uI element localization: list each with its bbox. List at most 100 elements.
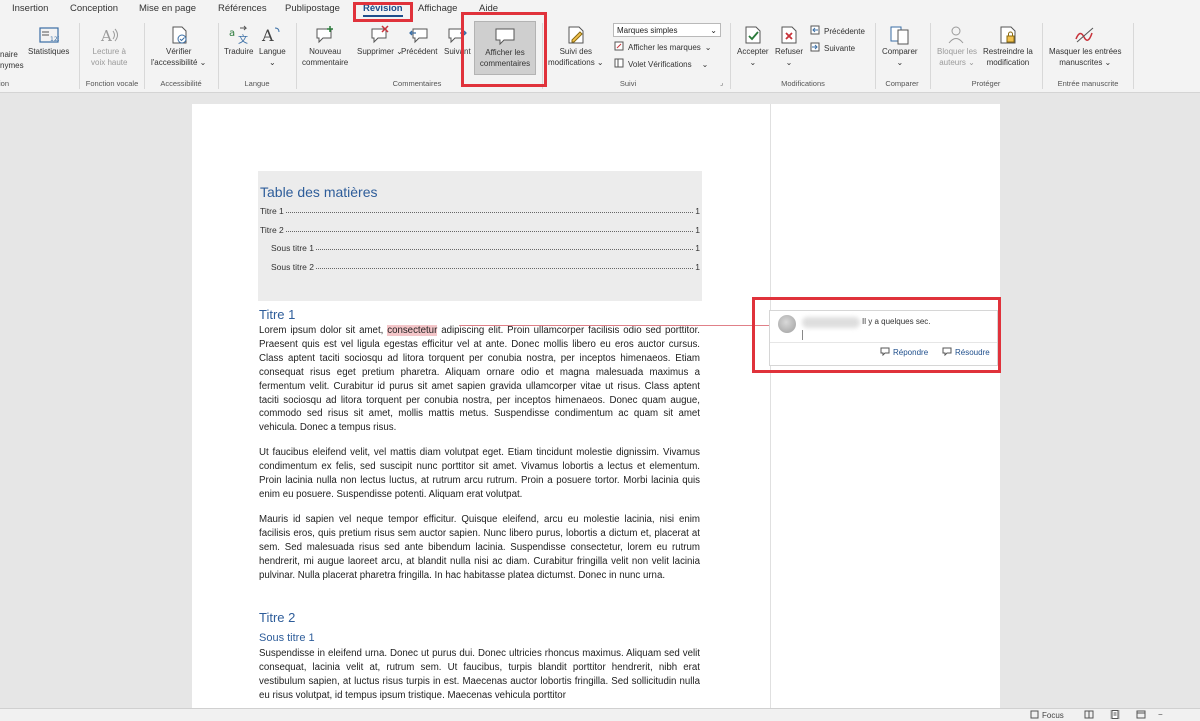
tab-conception[interactable]: Conception [70, 3, 118, 14]
print-layout-icon[interactable] [1110, 710, 1120, 719]
group-separator [296, 23, 297, 89]
accepter-button[interactable]: Accepter ⌄ [737, 24, 769, 68]
toc-entry[interactable]: Sous titre 11 [271, 243, 700, 253]
table-of-contents[interactable]: Table des matières Titre 11 Titre 21 Sou… [258, 171, 702, 301]
group-separator [144, 23, 145, 89]
toc-entry[interactable]: Titre 11 [260, 206, 700, 216]
volet-verifications-button[interactable]: Volet Vérifications ⌄ [614, 58, 708, 70]
group-separator [1042, 23, 1043, 89]
comparer-button[interactable]: Comparer ⌄ [882, 24, 918, 68]
suivante-modification-button[interactable]: Suivante [810, 42, 855, 54]
reviewing-pane-icon [614, 58, 624, 70]
verifier-accessibilite-button[interactable]: Vérifier l'accessibilité ⌄ [151, 24, 206, 68]
hide-ink-icon [1074, 24, 1096, 46]
group-label-proteger: Protéger [971, 79, 1001, 88]
commented-text-highlight[interactable]: consectetur [387, 325, 438, 336]
paragraph-4: Suspendisse in eleifend urna. Donec ut p… [259, 648, 700, 701]
group-label-modifications: Modifications [781, 79, 825, 88]
svg-text:A: A [100, 27, 112, 45]
tab-insertion[interactable]: Insertion [12, 3, 48, 14]
translate-icon: a文 [228, 24, 250, 46]
previous-change-icon [810, 25, 820, 37]
langue-button[interactable]: A Langue ⌄ [259, 24, 286, 68]
precedente-modification-button[interactable]: Précédente [810, 25, 865, 37]
track-changes-icon [565, 24, 587, 46]
highlight-box-afficher-commentaires [461, 12, 547, 87]
svg-text:A: A [261, 26, 274, 45]
masquer-entrees-manuscrites-button[interactable]: Masquer les entrées manuscrites ⌄ [1049, 24, 1121, 68]
chevron-down-icon: ⌄ [710, 25, 717, 35]
group-label-verification: ion [0, 79, 10, 88]
toc-entry[interactable]: Sous titre 21 [271, 262, 700, 272]
previous-comment-icon [408, 24, 430, 46]
tab-publipostage[interactable]: Publipostage [285, 3, 340, 14]
reject-change-icon [778, 24, 800, 46]
group-label-commentaires: Commentaires [392, 79, 442, 88]
focus-icon [1030, 710, 1039, 721]
comments-margin-pane [770, 104, 1000, 720]
read-mode-icon[interactable] [1084, 710, 1094, 719]
highlight-box-revision-tab [353, 2, 413, 22]
svg-text:123: 123 [50, 36, 59, 43]
ribbon-revision: naire nymes 123 Statistiques ion A Lectu… [0, 19, 1200, 93]
group-separator [79, 23, 80, 89]
heading-sous-titre-1: Sous titre 1 [259, 632, 315, 644]
web-layout-icon[interactable] [1136, 710, 1146, 719]
svg-text:a: a [229, 28, 235, 39]
group-label-suivi: Suivi [619, 79, 637, 88]
word-count-icon: 123 [38, 24, 60, 46]
markup-display-select[interactable]: Marques simples ⌄ [613, 23, 721, 37]
compare-icon [889, 24, 911, 46]
group-label-entree-manuscrite: Entrée manuscrite [1057, 79, 1119, 88]
heading-titre-2: Titre 2 [259, 610, 296, 625]
markup-display-value: Marques simples [617, 25, 678, 35]
group-label-langue: Langue [244, 79, 270, 88]
thesaurus-button-partial[interactable]: naire nymes [0, 49, 24, 71]
accessibility-check-icon [168, 24, 190, 46]
tab-references[interactable]: Références [218, 3, 267, 14]
group-label-comparer: Comparer [885, 79, 919, 88]
traduire-button[interactable]: a文 Traduire [224, 24, 254, 57]
comment-connector-line [459, 325, 769, 326]
tab-mise-en-page[interactable]: Mise en page [139, 3, 196, 14]
refuser-button[interactable]: Refuser ⌄ [775, 24, 803, 68]
statistiques-button[interactable]: 123 Statistiques [28, 24, 69, 57]
accept-change-icon [742, 24, 764, 46]
paragraph-1: Lorem ipsum dolor sit amet, consectetur … [259, 325, 700, 434]
show-markup-icon [614, 41, 624, 53]
group-label-accessibilite: Accessibilité [160, 79, 202, 88]
restreindre-modification-button[interactable]: Restreindre la modification [983, 24, 1033, 68]
highlight-box-comment [752, 297, 1001, 373]
delete-comment-icon [369, 24, 391, 46]
language-icon: A [261, 24, 283, 46]
paragraph-2: Ut faucibus eleifend velit, vel mattis d… [259, 447, 700, 500]
nouveau-commentaire-button[interactable]: Nouveau commentaire [302, 24, 348, 68]
svg-text:文: 文 [238, 33, 248, 45]
group-separator [875, 23, 876, 89]
group-separator [218, 23, 219, 89]
afficher-marques-button[interactable]: Afficher les marques ⌄ [614, 41, 711, 53]
next-change-icon [810, 42, 820, 54]
group-separator [930, 23, 931, 89]
dialog-launcher-icon[interactable]: ⌟ [720, 79, 723, 87]
group-label-fonction-vocale: Fonction vocale [85, 79, 139, 88]
toc-title: Table des matières [260, 184, 378, 200]
suivi-modifications-button[interactable]: Suivi des modifications ⌄ [548, 24, 604, 68]
bloquer-auteurs-button[interactable]: Bloquer les auteurs ⌄ [937, 24, 977, 68]
ribbon-tab-bar: Insertion Conception Mise en page Référe… [0, 0, 1200, 19]
heading-titre-1: Titre 1 [259, 307, 296, 322]
zoom-out-icon[interactable]: − [1158, 710, 1163, 719]
supprimer-button[interactable]: Supprimer ⌄ [357, 24, 403, 57]
lecture-voix-haute-button[interactable]: A Lecture à voix haute [91, 24, 127, 68]
group-separator [1133, 23, 1134, 89]
status-bar: Focus − [0, 708, 1200, 721]
group-separator [730, 23, 731, 89]
paragraph-3: Mauris id sapien vel neque tempor effici… [259, 514, 700, 581]
precedent-commentaire-button[interactable]: Précédent [401, 24, 437, 57]
toc-entry[interactable]: Titre 21 [260, 225, 700, 235]
block-authors-icon [946, 24, 968, 46]
read-aloud-icon: A [98, 24, 120, 46]
focus-button[interactable]: Focus [1030, 710, 1064, 721]
tab-affichage[interactable]: Affichage [418, 3, 457, 14]
restrict-editing-icon [997, 24, 1019, 46]
